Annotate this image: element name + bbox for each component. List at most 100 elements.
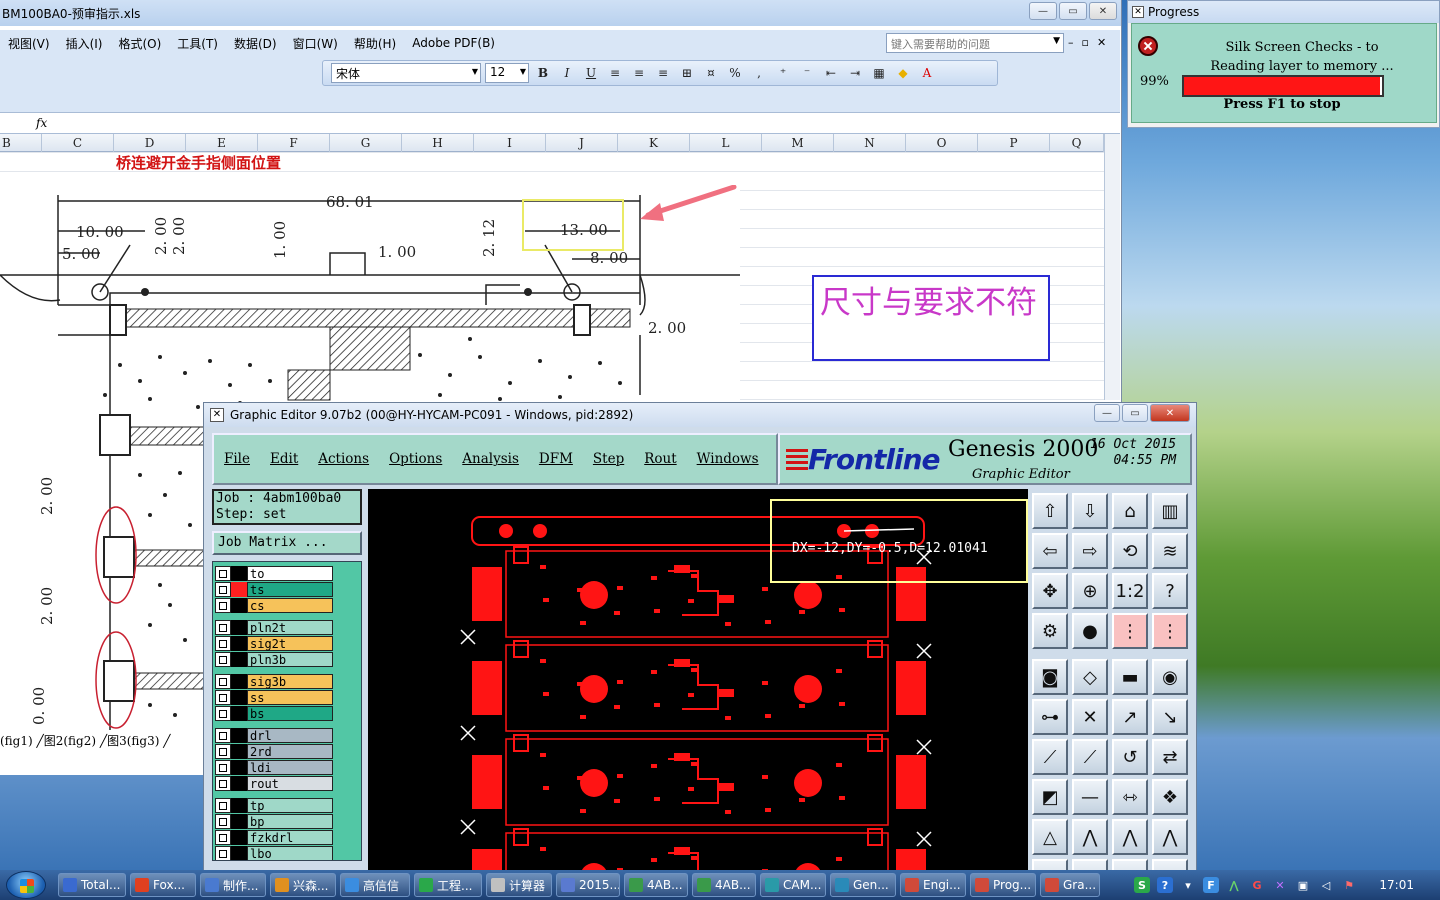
layer-checkbox[interactable] [215, 814, 231, 829]
chevron-down-icon[interactable]: ▼ [1053, 36, 1060, 46]
start-button[interactable] [6, 871, 46, 899]
menu-tools[interactable]: 工具(T) [169, 35, 226, 52]
layer-row[interactable]: pln3b [215, 652, 333, 667]
fill-color-icon[interactable]: ◆ [893, 63, 913, 83]
column-header[interactable]: Q [1050, 134, 1104, 152]
taskbar-item[interactable]: 兴森... [270, 873, 336, 897]
app-g-icon[interactable]: G [1249, 877, 1265, 893]
menu-help[interactable]: 帮助(H) [346, 35, 404, 52]
mirror-icon[interactable]: ⇄ [1152, 739, 1188, 775]
dash-icon[interactable]: — [1072, 779, 1108, 815]
layer-row[interactable]: 2rd [215, 744, 333, 759]
arch-icon[interactable]: ⋀ [1112, 819, 1148, 855]
column-header[interactable]: B [0, 134, 42, 152]
increase-decimal-icon[interactable]: ⁺ [773, 63, 793, 83]
graphic-canvas[interactable]: DX=-12,DY=-0.5,D=12.01041 [368, 489, 1028, 873]
pan-right-icon[interactable]: ⇨ [1072, 533, 1108, 569]
genesis-title-bar[interactable]: ✕ Graphic Editor 9.07b2 (00@HY-HYCAM-PC0… [204, 403, 1196, 427]
layer-checkbox[interactable] [215, 798, 231, 813]
center-icon[interactable]: ⊕ [1072, 573, 1108, 609]
zoom-fit-icon[interactable]: ✥ [1032, 573, 1068, 609]
merge-center-icon[interactable]: ⊞ [677, 63, 697, 83]
maximize-button[interactable]: ▭ [1059, 2, 1087, 20]
excel-title-bar[interactable]: BM100BA0-预审指示.xls [0, 0, 1121, 26]
query-icon[interactable]: ? [1152, 573, 1188, 609]
comma-icon[interactable]: , [749, 63, 769, 83]
decrease-decimal-icon[interactable]: ⁻ [797, 63, 817, 83]
taskbar-item[interactable]: 计算器 [486, 873, 552, 897]
layer-up-icon[interactable]: ⋮ [1112, 613, 1148, 649]
formula-bar[interactable]: fx [0, 112, 1120, 134]
app-f-icon[interactable]: F [1203, 877, 1219, 893]
column-header[interactable]: G [330, 134, 402, 152]
layer-checkbox[interactable] [215, 830, 231, 845]
close-button[interactable]: ✕ [1089, 2, 1117, 20]
home-icon[interactable]: ⌂ [1112, 493, 1148, 529]
borders-icon[interactable]: ▦ [869, 63, 889, 83]
close-button[interactable]: ✕ [1150, 404, 1190, 422]
taskbar-item[interactable]: 高信信 [340, 873, 410, 897]
minimize-button[interactable]: — [1029, 2, 1057, 20]
menu-data[interactable]: 数据(D) [226, 35, 285, 52]
layer-checkbox[interactable] [215, 620, 231, 635]
column-header[interactable]: D [114, 134, 186, 152]
percent-icon[interactable]: % [725, 63, 745, 83]
layer-row[interactable]: rout [215, 776, 333, 791]
menu-rout[interactable]: Rout [634, 451, 686, 467]
sheet-tabs[interactable]: (fig1) ╱图2(fig2) ╱图3(fig3) ╱ [0, 732, 210, 750]
diagonal-icon[interactable]: ⟋ [1032, 739, 1068, 775]
column-header[interactable]: E [186, 134, 258, 152]
column-header[interactable]: L [690, 134, 762, 152]
layer-checkbox[interactable] [215, 598, 231, 613]
app-s-icon[interactable]: S [1134, 877, 1150, 893]
ruler-icon[interactable]: ▬ [1112, 659, 1148, 695]
arc-icon[interactable]: ↘ [1152, 699, 1188, 735]
volume-icon[interactable]: ◁ [1318, 877, 1334, 893]
column-header[interactable]: F [258, 134, 330, 152]
function-icon[interactable]: fx [36, 116, 47, 130]
layer-checkbox[interactable] [215, 652, 231, 667]
layer-checkbox[interactable] [215, 706, 231, 721]
column-header[interactable]: M [762, 134, 834, 152]
column-header[interactable]: C [42, 134, 114, 152]
layer-row[interactable]: tp [215, 798, 333, 813]
column-header[interactable]: N [834, 134, 906, 152]
font-color-icon[interactable]: A [917, 63, 937, 83]
layer-checkbox[interactable] [215, 674, 231, 689]
help-icon[interactable]: ? [1157, 877, 1173, 893]
layer-checkbox[interactable] [215, 636, 231, 651]
menu-insert[interactable]: 插入(I) [58, 35, 111, 52]
options-icon[interactable]: ⚙ [1032, 613, 1068, 649]
menu-adobe-pdf[interactable]: Adobe PDF(B) [404, 36, 503, 50]
menu-actions[interactable]: Actions [308, 451, 379, 467]
taskbar-item[interactable]: Fox... [130, 873, 196, 897]
menu-format[interactable]: 格式(O) [110, 35, 169, 52]
taskbar-item[interactable]: Gen... [830, 873, 896, 897]
layer-row[interactable]: sig2t [215, 636, 333, 651]
increase-indent-icon[interactable]: ⇥ [845, 63, 865, 83]
layer-row[interactable]: pln2t [215, 620, 333, 635]
layer-checkbox[interactable] [215, 744, 231, 759]
align-center-icon[interactable]: ≡ [629, 63, 649, 83]
flag-icon[interactable]: ⚑ [1341, 877, 1357, 893]
layer-row[interactable]: drl [215, 728, 333, 743]
undo-zoom-icon[interactable]: ⟲ [1112, 533, 1148, 569]
column-header[interactable]: H [402, 134, 474, 152]
stop-icon[interactable] [1138, 36, 1158, 56]
menu-analysis[interactable]: Analysis [452, 451, 529, 467]
job-matrix-button[interactable]: Job Matrix ... [212, 531, 362, 555]
layer-row[interactable]: ss [215, 690, 333, 705]
menu-file[interactable]: File [214, 451, 260, 467]
vertical-scrollbar[interactable] [1104, 134, 1120, 400]
menu-view[interactable]: 视图(V) [0, 35, 58, 52]
column-header[interactable]: P [978, 134, 1050, 152]
layer-row[interactable]: ldi [215, 760, 333, 775]
font-size-select[interactable]: 12 ▼ [485, 63, 529, 83]
rotate-icon[interactable]: ↺ [1112, 739, 1148, 775]
align-right-icon[interactable]: ≡ [653, 63, 673, 83]
column-header[interactable]: O [906, 134, 978, 152]
column-header[interactable]: J [546, 134, 618, 152]
column-header[interactable]: I [474, 134, 546, 152]
taskbar-item[interactable]: CAM... [760, 873, 826, 897]
taskbar-item[interactable]: 工程... [414, 873, 482, 897]
